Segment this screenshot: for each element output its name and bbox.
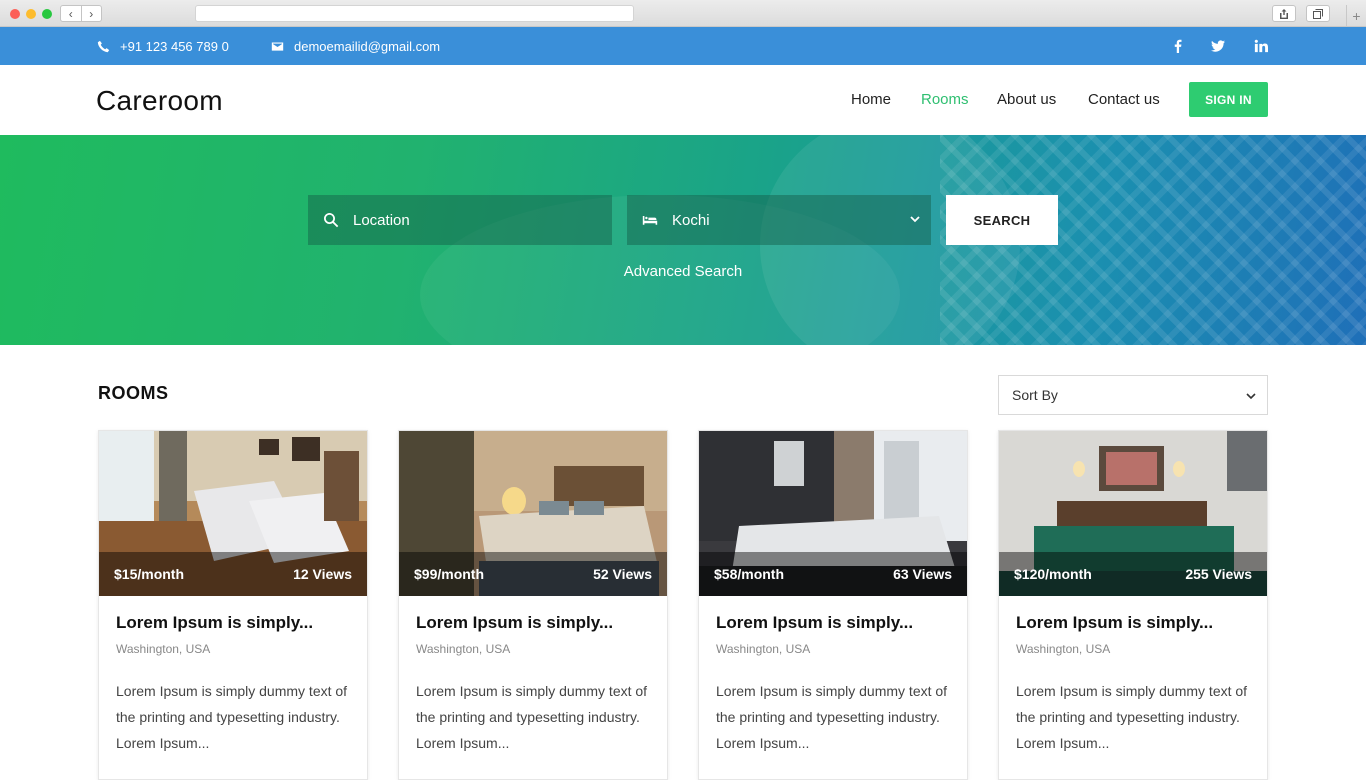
room-description: Lorem Ipsum is simply dummy text of the … — [1016, 683, 1248, 751]
room-meta-overlay: $99/month 52 Views — [399, 552, 667, 596]
room-location: Washington, USA — [716, 642, 811, 656]
room-card[interactable]: $120/month 255 Views Lorem Ipsum is simp… — [998, 430, 1268, 780]
room-card[interactable]: $58/month 63 Views Lorem Ipsum is simply… — [698, 430, 968, 780]
linkedin-icon — [1254, 39, 1268, 53]
history-nav: ‹ › — [60, 5, 102, 22]
browser-toolbar: ‹ › + — [0, 0, 1366, 27]
room-card[interactable]: $15/month 12 Views Lorem Ipsum is simply… — [98, 430, 368, 780]
room-views: 12 Views — [293, 566, 352, 582]
sort-by-select[interactable]: Sort By — [998, 375, 1268, 415]
chevron-down-icon — [910, 216, 920, 223]
city-select[interactable]: Kochi — [627, 195, 931, 245]
share-icon — [1280, 8, 1288, 19]
window-close-button[interactable] — [10, 9, 20, 19]
room-card[interactable]: $99/month 52 Views Lorem Ipsum is simply… — [398, 430, 668, 780]
email-address: demoemailid@gmail.com — [294, 38, 441, 54]
phone-icon — [97, 40, 110, 52]
nav-about-us[interactable]: About us — [997, 91, 1056, 108]
phone-info: +91 123 456 789 0 — [97, 27, 229, 65]
location-placeholder: Location — [353, 211, 410, 229]
mail-icon — [271, 41, 284, 51]
back-button[interactable]: ‹ — [61, 6, 82, 21]
twitter-link[interactable] — [1208, 27, 1228, 65]
location-search-field[interactable]: Location — [308, 195, 612, 245]
twitter-icon — [1211, 40, 1225, 52]
new-tab-button[interactable]: + — [1346, 5, 1366, 27]
room-title[interactable]: Lorem Ipsum is simply... — [416, 613, 613, 633]
facebook-icon — [1174, 39, 1182, 53]
rooms-heading: ROOMS — [98, 383, 169, 403]
window-minimize-button[interactable] — [26, 9, 36, 19]
room-meta-overlay: $15/month 12 Views — [99, 552, 367, 596]
hero-search-banner: Location Kochi SEARCH Advanced Search — [0, 135, 1366, 345]
room-description: Lorem Ipsum is simply dummy text of the … — [716, 683, 948, 751]
room-meta-overlay: $120/month 255 Views — [999, 552, 1267, 596]
room-description: Lorem Ipsum is simply dummy text of the … — [116, 683, 348, 751]
contact-bar: +91 123 456 789 0 demoemailid@gmail.com — [0, 27, 1366, 65]
room-location: Washington, USA — [1016, 642, 1111, 656]
city-value: Kochi — [672, 211, 710, 229]
address-bar[interactable] — [195, 5, 634, 22]
linkedin-link[interactable] — [1251, 27, 1271, 65]
room-description: Lorem Ipsum is simply dummy text of the … — [416, 683, 648, 751]
sort-by-label: Sort By — [1012, 387, 1058, 403]
phone-number: +91 123 456 789 0 — [120, 38, 229, 54]
room-title[interactable]: Lorem Ipsum is simply... — [116, 613, 313, 633]
advanced-search-link[interactable]: Advanced Search — [0, 263, 1366, 280]
room-price: $120/month — [1014, 566, 1092, 582]
bed-icon — [642, 216, 658, 225]
nav-rooms[interactable]: Rooms — [921, 91, 969, 108]
share-button[interactable] — [1272, 5, 1296, 22]
tabs-icon — [1313, 8, 1323, 19]
room-title[interactable]: Lorem Ipsum is simply... — [1016, 613, 1213, 633]
room-location: Washington, USA — [116, 642, 211, 656]
room-views: 52 Views — [593, 566, 652, 582]
tab-overview-button[interactable] — [1306, 5, 1330, 22]
sign-in-button[interactable]: SIGN IN — [1189, 82, 1268, 117]
facebook-link[interactable] — [1168, 27, 1188, 65]
site-logo[interactable]: Careroom — [96, 85, 223, 117]
room-title[interactable]: Lorem Ipsum is simply... — [716, 613, 913, 633]
chevron-down-icon — [1246, 393, 1256, 400]
room-views: 255 Views — [1185, 566, 1252, 582]
search-icon — [324, 213, 339, 228]
nav-contact-us[interactable]: Contact us — [1088, 91, 1160, 108]
room-price: $99/month — [414, 566, 485, 582]
room-views: 63 Views — [893, 566, 952, 582]
room-meta-overlay: $58/month 63 Views — [699, 552, 967, 596]
room-price: $58/month — [714, 566, 785, 582]
window-zoom-button[interactable] — [42, 9, 52, 19]
room-location: Washington, USA — [416, 642, 511, 656]
room-price: $15/month — [114, 566, 185, 582]
search-button[interactable]: SEARCH — [946, 195, 1058, 245]
plus-icon: + — [1352, 8, 1361, 24]
site-header: Careroom Home Rooms About us Contact us … — [0, 65, 1366, 135]
forward-button[interactable]: › — [82, 6, 102, 21]
nav-home[interactable]: Home — [851, 91, 891, 108]
email-info: demoemailid@gmail.com — [271, 27, 440, 65]
